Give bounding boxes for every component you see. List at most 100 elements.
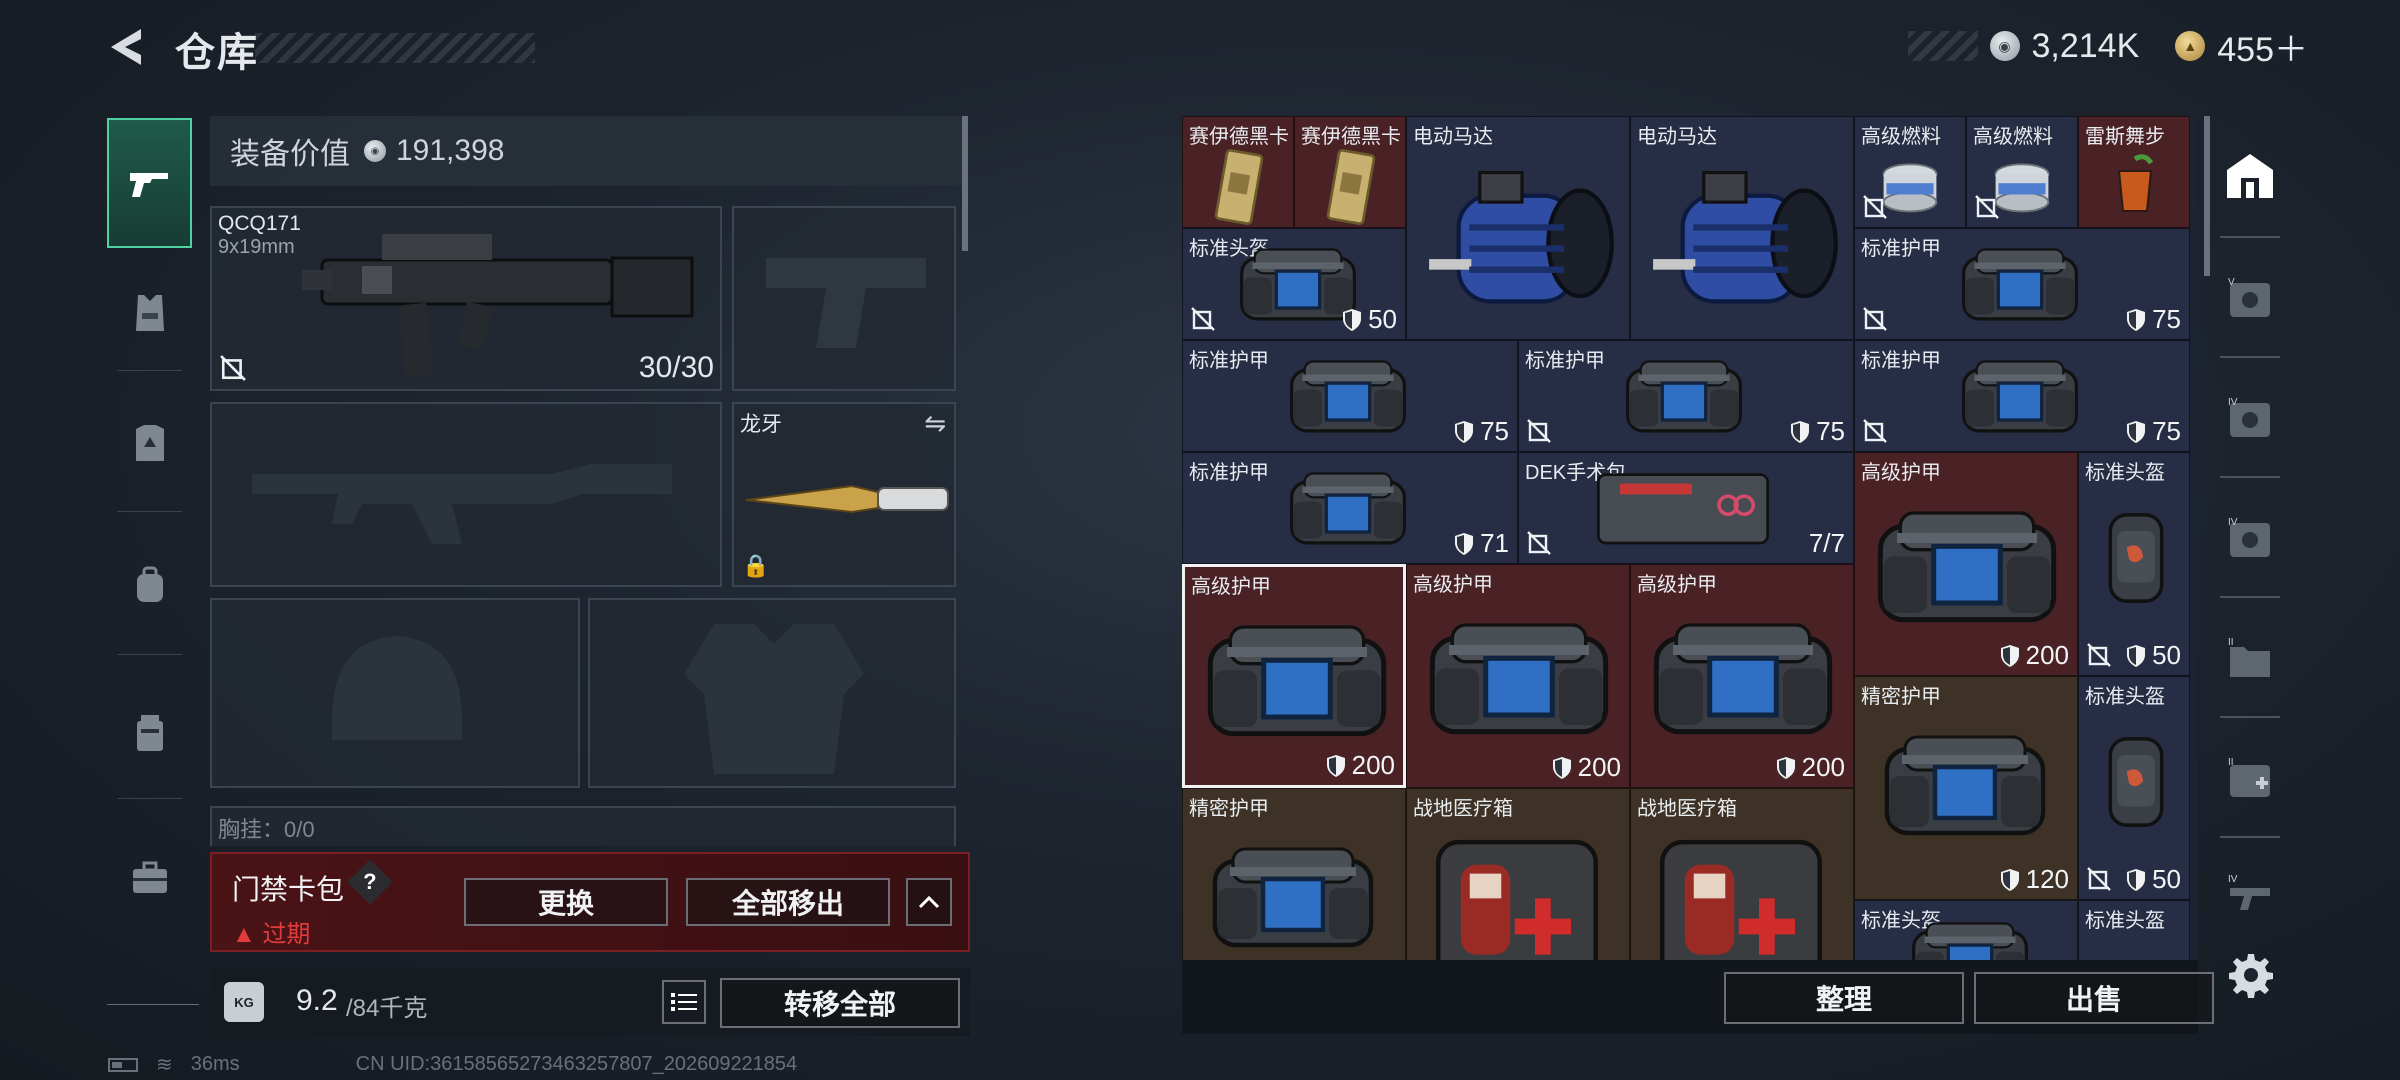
lock-icon: 🔒 [742,553,770,578]
shield-icon [1454,532,1474,556]
helmet-placeholder-icon [332,636,462,740]
primary-weapon-slot[interactable]: QCQ171 9x19mm 30/30 [210,206,722,391]
inventory-item[interactable]: 赛伊德黑卡 [1294,116,1406,228]
inventory-item[interactable]: 标准头盔 [1854,900,2078,960]
not-securable-icon [1191,307,1215,331]
medkit-image [1651,819,1831,960]
inventory-item-selected[interactable]: 高级护甲 200 [1182,564,1406,788]
inventory-item[interactable]: 标准头盔 50 [2078,452,2190,676]
armor-image [1955,237,2085,327]
storage-tab-ii-folder[interactable]: II [2220,596,2280,718]
armor-image [1619,349,1749,439]
sell-button[interactable]: 出售 [1974,972,2214,1024]
replace-button[interactable]: 更换 [464,878,668,926]
rail-tab-container[interactable] [107,668,192,798]
equip-scrollbar-thumb[interactable] [962,116,968,251]
helmet-slot[interactable] [210,598,580,788]
pistol-slot[interactable] [732,206,956,391]
storage-tab-iv-safe[interactable]: IV [2220,356,2280,478]
inventory-item[interactable]: 高级护甲 200 [1630,564,1854,788]
weapon-caliber: 9x19mm [218,236,295,258]
durability-value: 200 [1776,752,1845,783]
inventory-item[interactable]: 高级燃料 [1966,116,2078,228]
expired-text: 过期 [262,921,311,948]
inventory-item[interactable]: 标准护甲 75 [1854,340,2190,452]
inventory-item[interactable]: 标准头盔 50 [2078,676,2190,900]
storage-tab-iv-gun[interactable]: IV [2220,836,2280,948]
inventory-item[interactable]: 精密护甲 [1182,788,1406,960]
inventory-item[interactable]: 标准护甲 75 [1854,228,2190,340]
uses-remaining: 7/7 [1808,528,1845,558]
inventory-item[interactable]: 精密护甲 120 [1854,676,2078,900]
melee-slot[interactable]: 龙牙 ⇋ 🔒 [732,402,956,587]
gold-coin-amount[interactable]: 455＋ [2217,22,2308,71]
storage-tab-home[interactable] [2218,116,2282,236]
gun-case-icon: IV [2228,874,2270,910]
storage-tab-v-safe[interactable]: V [2220,236,2280,358]
inventory-item[interactable]: DEK手术包 7/7 [1518,452,1854,564]
inventory-item[interactable]: 电动马达 [1630,116,1854,340]
safe-icon: V [2228,277,2270,317]
inventory-item[interactable]: 战地医疗箱 [1406,788,1630,960]
list-view-button[interactable] [662,980,706,1024]
swap-icon[interactable]: ⇋ [924,408,946,439]
inventory-item[interactable]: 赛伊德黑卡 [1182,116,1294,228]
durability-value: 75 [1790,416,1845,447]
storage-tabs-rail: V IV IV II II IV [2218,116,2282,956]
rail-tab-weapons[interactable] [107,118,192,248]
inventory-item[interactable]: 高级护甲 200 [1406,564,1630,788]
rail-tab-armor[interactable] [107,248,192,378]
move-all-out-button[interactable]: 全部移出 [686,878,890,926]
inventory-item[interactable]: 高级护甲 200 [1854,452,2078,676]
armor-placeholder-icon [684,624,864,774]
container-icon [136,715,163,751]
title-stripe-decoration [255,33,535,63]
helmet-image [2101,727,2171,837]
transfer-all-button[interactable]: 转移全部 [720,978,960,1028]
durability-value: 75 [2126,304,2181,335]
durability-value: 75 [2126,416,2181,447]
inventory-item[interactable]: 标准头盔 50 [1182,228,1406,340]
inventory-item[interactable]: 标准护甲 71 [1182,452,1518,564]
chevron-up-icon [918,895,940,909]
shield-icon [1790,420,1810,444]
durability-value: 200 [1552,752,1621,783]
help-icon[interactable]: ? [347,859,393,905]
inventory-item[interactable]: 电动马达 [1406,116,1630,340]
weapon-name: QCQ171 [218,212,301,235]
durability-value: 200 [1326,750,1395,781]
durability-value: 200 [2000,640,2069,671]
rail-separator [117,370,182,371]
weight-kg-icon: KG [224,982,264,1022]
inventory-item[interactable]: 标准头盔 [2078,900,2190,960]
secondary-weapon-slot[interactable] [210,402,722,587]
armor-image [1875,717,2055,847]
inventory-scrollbar-thumb[interactable] [2204,116,2210,276]
storage-tab-ii-medkit[interactable]: II [2220,716,2280,838]
inventory-item[interactable]: 高级燃料 [1854,116,1966,228]
folder-icon: II [2228,637,2270,677]
equipment-value-amount: 191,398 [396,134,505,167]
durability-value: 75 [1454,416,1509,447]
rail-tab-chest-rig[interactable] [107,378,192,508]
chest-rig-row[interactable]: 胸挂：0/0 [210,806,956,846]
rail-tab-backpack[interactable] [107,520,192,650]
collapse-button[interactable] [906,878,952,926]
inventory-item[interactable]: 标准护甲 75 [1518,340,1854,452]
inventory-item[interactable]: 战地医疗箱 [1630,788,1854,960]
not-securable-icon [1527,419,1551,443]
silver-coin-amount: 3,214K [2031,26,2140,65]
not-securable-icon [1863,419,1887,443]
back-button[interactable] [105,25,149,69]
storage-tab-iv-safe-2[interactable]: IV [2220,476,2280,598]
inventory-item[interactable]: 标准护甲 75 [1182,340,1518,452]
settings-button[interactable] [2228,952,2274,998]
weight-current: 9.2 [296,984,338,1017]
inventory-item[interactable]: 雷斯舞步 [2078,116,2190,228]
backpack-icon [136,566,163,602]
rail-tab-briefcase[interactable] [107,813,192,943]
sort-button[interactable]: 整理 [1724,972,1964,1024]
body-armor-slot[interactable] [588,598,956,788]
chest-rig-label: 胸挂：0/0 [218,817,315,842]
chest-rig-icon [135,425,164,461]
